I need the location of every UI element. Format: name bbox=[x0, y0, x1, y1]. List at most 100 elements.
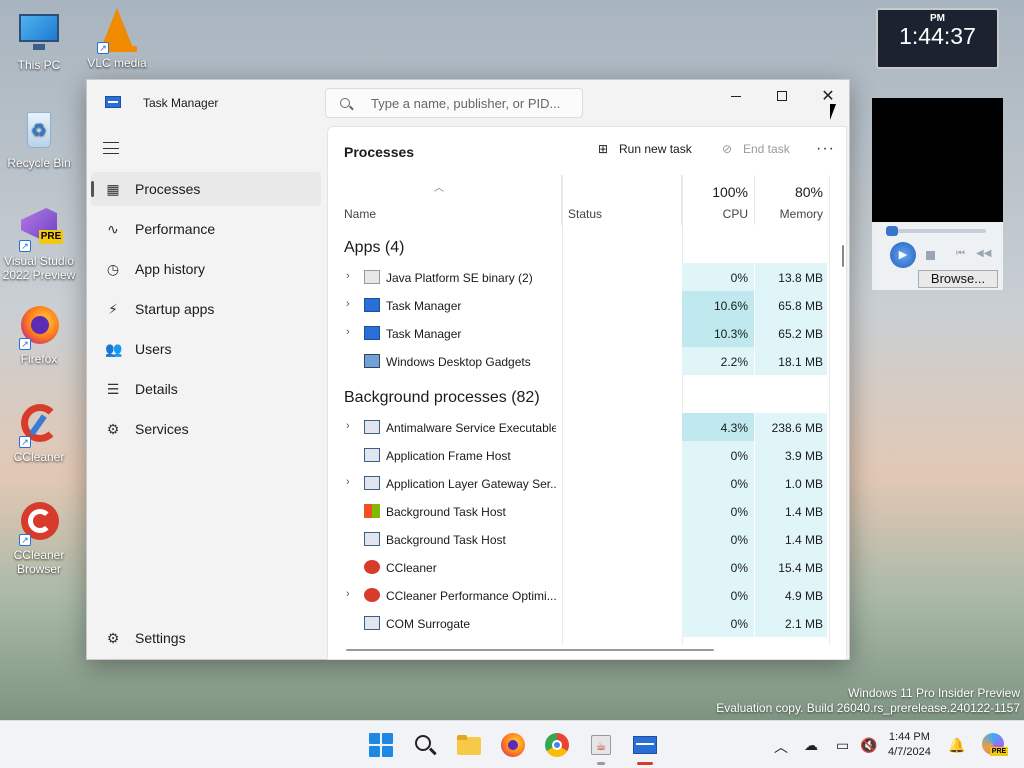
page-title: Processes bbox=[344, 144, 415, 160]
sidebar-item-processes[interactable]: ▦ Processes bbox=[91, 172, 321, 206]
desktop-icon-ccleaner-browser[interactable]: ↗ CCleaner Browser bbox=[0, 500, 78, 576]
sidebar-nav: ▦ Processes ∿ Performance ◷ App history … bbox=[87, 126, 325, 660]
copilot-icon[interactable]: PRE bbox=[982, 733, 1008, 757]
cpu-cell: 0% bbox=[682, 497, 754, 525]
taskbar: ☕ ︿ ☁ ▭ 🔇 1:44 PM 4/7/2024 🔔 PRE bbox=[0, 720, 1024, 768]
close-button[interactable]: ✕ bbox=[805, 82, 851, 110]
sidebar-item-details[interactable]: ☰ Details bbox=[91, 372, 321, 406]
file-explorer-icon[interactable] bbox=[457, 733, 481, 757]
desktop-icon-label: CCleaner bbox=[13, 450, 65, 464]
mouse-cursor-icon bbox=[830, 104, 836, 120]
sidebar-item-label: Services bbox=[135, 421, 189, 437]
desktop-icon-ccleaner[interactable]: ↗ CCleaner bbox=[0, 402, 78, 464]
display-icon[interactable]: ▭ bbox=[836, 737, 849, 754]
column-label: Name bbox=[344, 207, 377, 221]
vertical-scrollbar[interactable] bbox=[842, 245, 844, 267]
desktop-icon-label: Firefox bbox=[20, 352, 58, 366]
table-row[interactable]: › Task Manager 10.6% 65.8 MB bbox=[328, 291, 830, 319]
memory-cell: 4.9 MB bbox=[755, 581, 827, 609]
more-options-icon[interactable]: ··· bbox=[816, 140, 835, 158]
clock-gadget[interactable]: PM 1:44:37 bbox=[876, 8, 999, 69]
horizontal-scrollbar[interactable] bbox=[346, 649, 714, 651]
desktop-icon-this-pc[interactable]: This PC bbox=[0, 10, 78, 72]
chevron-right-icon[interactable]: › bbox=[346, 298, 350, 310]
minimize-button[interactable] bbox=[713, 82, 759, 110]
services-icon: ⚙ bbox=[106, 421, 120, 437]
firefox-icon: ↗ bbox=[17, 304, 61, 350]
start-windows-icon[interactable] bbox=[369, 733, 393, 757]
chevron-right-icon[interactable]: › bbox=[346, 326, 350, 338]
cpu-cell: 0% bbox=[682, 609, 754, 637]
taskbar-date: 4/7/2024 bbox=[888, 746, 931, 758]
visual-studio-icon: PRE ↗ bbox=[17, 206, 63, 252]
cpu-cell: 0% bbox=[682, 441, 754, 469]
maximize-button[interactable] bbox=[759, 82, 805, 110]
table-row[interactable]: Background Task Host 0% 1.4 MB bbox=[328, 525, 830, 553]
desktop-icon-label: Visual Studio 2022 Preview bbox=[2, 254, 76, 282]
sidebar-item-services[interactable]: ⚙ Services bbox=[91, 412, 321, 446]
table-row[interactable]: › Java Platform SE binary (2) 0% 13.8 MB bbox=[328, 263, 830, 291]
column-header-name[interactable]: ︿ Name bbox=[328, 175, 562, 225]
table-row[interactable]: › Task Manager 10.3% 65.2 MB bbox=[328, 319, 830, 347]
hamburger-menu-icon[interactable] bbox=[103, 142, 119, 154]
play-icon[interactable]: ▶ bbox=[890, 242, 916, 268]
running-indicator bbox=[597, 762, 605, 765]
firefox-icon[interactable] bbox=[501, 733, 525, 757]
desktop-icon-vlc[interactable]: ↗ VLC media bbox=[78, 8, 156, 70]
stop-icon[interactable] bbox=[926, 251, 935, 260]
table-row[interactable]: Application Frame Host 0% 3.9 MB bbox=[328, 441, 830, 469]
table-row[interactable]: COM Surrogate 0% 2.1 MB bbox=[328, 609, 830, 637]
process-list: Apps (4) Background processes (82) › Java… bbox=[328, 225, 830, 645]
title-bar[interactable]: Task Manager Type a name, publisher, or … bbox=[87, 80, 849, 126]
column-header-cpu[interactable]: 100% CPU bbox=[682, 175, 755, 225]
table-row[interactable]: Windows Desktop Gadgets 2.2% 18.1 MB bbox=[328, 347, 830, 375]
chevron-right-icon[interactable]: › bbox=[346, 588, 350, 600]
player-seek-slider[interactable] bbox=[886, 226, 986, 236]
end-task-label: End task bbox=[743, 142, 790, 156]
sidebar-item-startup-apps[interactable]: ⚡ Startup apps bbox=[91, 292, 321, 326]
notification-bell-icon[interactable]: 🔔 bbox=[948, 737, 965, 754]
player-screen bbox=[872, 98, 1003, 222]
end-task-button[interactable]: ⊘ End task bbox=[720, 142, 790, 156]
java-icon[interactable]: ☕ bbox=[589, 733, 613, 757]
volume-muted-icon[interactable]: 🔇 bbox=[860, 737, 877, 754]
chevron-right-icon[interactable]: › bbox=[346, 420, 350, 432]
sidebar-item-users[interactable]: 👥 Users bbox=[91, 332, 321, 366]
ccleaner-icon bbox=[364, 588, 380, 602]
process-name: CCleaner bbox=[386, 561, 437, 575]
table-row[interactable]: › Application Layer Gateway Ser... 0% 1.0 M… bbox=[328, 469, 830, 497]
desktop-icon-label: VLC media bbox=[87, 56, 147, 70]
search-icon[interactable] bbox=[413, 733, 437, 757]
network-icon[interactable]: ☁ bbox=[804, 737, 818, 754]
task-manager-icon[interactable] bbox=[633, 733, 657, 757]
browse-button[interactable]: Browse... bbox=[918, 270, 998, 288]
cpu-cell: 2.2% bbox=[682, 347, 754, 375]
table-row[interactable]: Background Task Host 0% 1.4 MB bbox=[328, 497, 830, 525]
column-header-status[interactable]: Status bbox=[562, 175, 682, 225]
table-row[interactable]: › CCleaner Performance Optimi... 0% 4.9 MB bbox=[328, 581, 830, 609]
rewind-icon[interactable]: ◀◀ bbox=[976, 248, 991, 259]
search-input[interactable]: Type a name, publisher, or PID... bbox=[325, 88, 583, 118]
table-row[interactable]: › Antimalware Service Executable 4.3% 238.6… bbox=[328, 413, 830, 441]
run-new-task-button[interactable]: ⊞ Run new task bbox=[596, 142, 692, 156]
desktop-icon-visual-studio[interactable]: PRE ↗ Visual Studio 2022 Preview bbox=[0, 206, 78, 282]
process-name: Java Platform SE binary (2) bbox=[386, 271, 533, 285]
chevron-right-icon[interactable]: › bbox=[346, 270, 350, 282]
previous-icon[interactable]: ⏮ bbox=[956, 248, 965, 259]
ccleaner-icon: ↗ bbox=[17, 402, 61, 448]
desktop-icon-recycle-bin[interactable]: ♻ Recycle Bin bbox=[0, 108, 78, 170]
desktop-icon-label: CCleaner Browser bbox=[13, 548, 65, 576]
chrome-icon[interactable] bbox=[545, 733, 569, 757]
table-row[interactable]: CCleaner 0% 15.4 MB bbox=[328, 553, 830, 581]
desktop-icon-firefox[interactable]: ↗ Firefox bbox=[0, 304, 78, 366]
chevron-right-icon[interactable]: › bbox=[346, 476, 350, 488]
column-header-memory[interactable]: 80% Memory bbox=[755, 175, 830, 225]
service-icon bbox=[364, 616, 380, 630]
process-name: Task Manager bbox=[386, 327, 462, 341]
sidebar-item-performance[interactable]: ∿ Performance bbox=[91, 212, 321, 246]
chevron-up-icon[interactable]: ︿ bbox=[774, 737, 788, 757]
system-clock[interactable]: 1:44 PM 4/7/2024 bbox=[888, 730, 931, 760]
sidebar-item-app-history[interactable]: ◷ App history bbox=[91, 252, 321, 286]
sidebar-item-settings[interactable]: ⚙ Settings bbox=[91, 621, 321, 655]
sidebar-item-label: Processes bbox=[135, 181, 201, 197]
